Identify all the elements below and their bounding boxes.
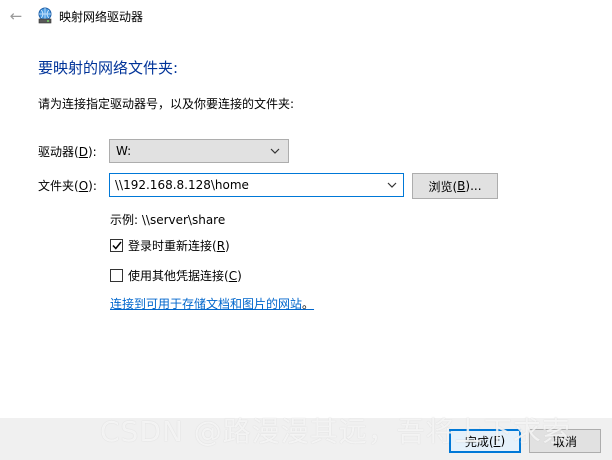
folder-label: 文件夹(O):	[38, 179, 97, 193]
other-credentials-checkbox[interactable]	[110, 269, 123, 282]
page-heading: 要映射的网络文件夹:	[38, 59, 179, 77]
network-drive-icon	[38, 7, 52, 24]
example-text: 示例: \\server\share	[110, 213, 226, 227]
window-title: 映射网络驱动器	[59, 10, 144, 24]
other-credentials-option[interactable]: 使用其他凭据连接(C)	[110, 267, 242, 284]
back-button[interactable]: ←	[6, 6, 26, 26]
reconnect-checkbox[interactable]	[110, 239, 123, 252]
finish-button[interactable]: 完成(F)	[449, 429, 521, 453]
drive-letter-value: W:	[116, 144, 132, 158]
folder-path-input[interactable]: \\192.168.8.128\home	[109, 173, 404, 197]
title-bar: ← 映射网络驱动器	[0, 0, 612, 32]
chevron-down-icon	[268, 143, 282, 159]
reconnect-option[interactable]: 登录时重新连接(R)	[110, 237, 230, 254]
storage-website-link[interactable]: 连接到可用于存储文档和图片的网站。	[110, 295, 314, 312]
dialog-footer: 完成(F) 取消	[0, 418, 612, 460]
reconnect-label: 登录时重新连接(R)	[128, 239, 230, 253]
browse-button[interactable]: 浏览(B)...	[412, 173, 498, 199]
drive-letter-select[interactable]: W:	[109, 139, 289, 163]
folder-path-value: \\192.168.8.128\home	[115, 178, 249, 192]
instruction-text: 请为连接指定驱动器号，以及你要连接的文件夹:	[38, 97, 295, 111]
cancel-button[interactable]: 取消	[529, 429, 601, 453]
drive-label: 驱动器(D):	[38, 145, 97, 159]
other-credentials-label: 使用其他凭据连接(C)	[128, 269, 242, 283]
arrow-left-icon: ←	[9, 7, 23, 25]
chevron-down-icon[interactable]	[385, 177, 399, 193]
